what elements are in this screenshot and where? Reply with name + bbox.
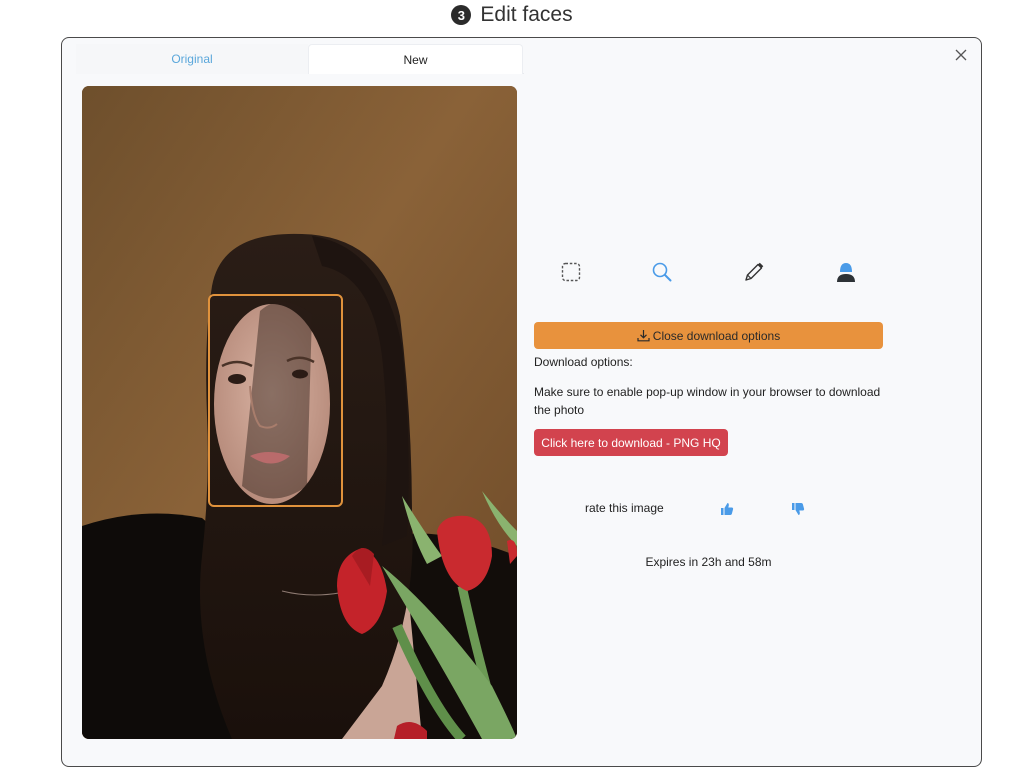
- tab-original[interactable]: Original: [76, 44, 308, 74]
- close-download-options-button[interactable]: Close download options: [534, 322, 883, 349]
- download-icon: [637, 330, 650, 342]
- download-png-hq-button[interactable]: Click here to download - PNG HQ: [534, 429, 728, 456]
- close-icon: [955, 49, 967, 61]
- view-tabs: Original New: [76, 44, 524, 74]
- download-options-label: Download options:: [534, 355, 633, 369]
- expiry-text: Expires in 23h and 58m: [645, 555, 772, 569]
- thumbs-up-icon: [721, 503, 734, 515]
- face-tool-button[interactable]: [834, 260, 858, 284]
- page-title: Edit faces: [480, 3, 573, 26]
- popup-note: Make sure to enable pop-up window in you…: [534, 385, 881, 417]
- close-download-options-label: Close download options: [652, 328, 781, 343]
- draw-tool-button[interactable]: [742, 260, 766, 284]
- select-tool-button[interactable]: [559, 260, 583, 284]
- step-number-badge: 3: [451, 5, 472, 25]
- close-button[interactable]: [953, 47, 969, 63]
- person-icon: [837, 263, 855, 282]
- magnifier-icon: [652, 262, 672, 282]
- thumbs-up-button[interactable]: [719, 501, 735, 517]
- face-detection-box[interactable]: [208, 294, 343, 507]
- step-header: 3 Edit faces: [0, 2, 1024, 28]
- thumbs-down-button[interactable]: [790, 501, 806, 517]
- thumbs-down-icon: [792, 503, 805, 515]
- tab-new[interactable]: New: [308, 44, 523, 74]
- edited-photo[interactable]: [82, 86, 517, 739]
- edit-toolbar: [542, 260, 902, 286]
- edit-faces-modal: Original New Close download options Down…: [61, 37, 982, 767]
- zoom-tool-button[interactable]: [650, 260, 674, 284]
- dashed-square-icon: [561, 262, 581, 282]
- rate-label: rate this image: [585, 501, 664, 515]
- pencil-icon: [745, 262, 764, 281]
